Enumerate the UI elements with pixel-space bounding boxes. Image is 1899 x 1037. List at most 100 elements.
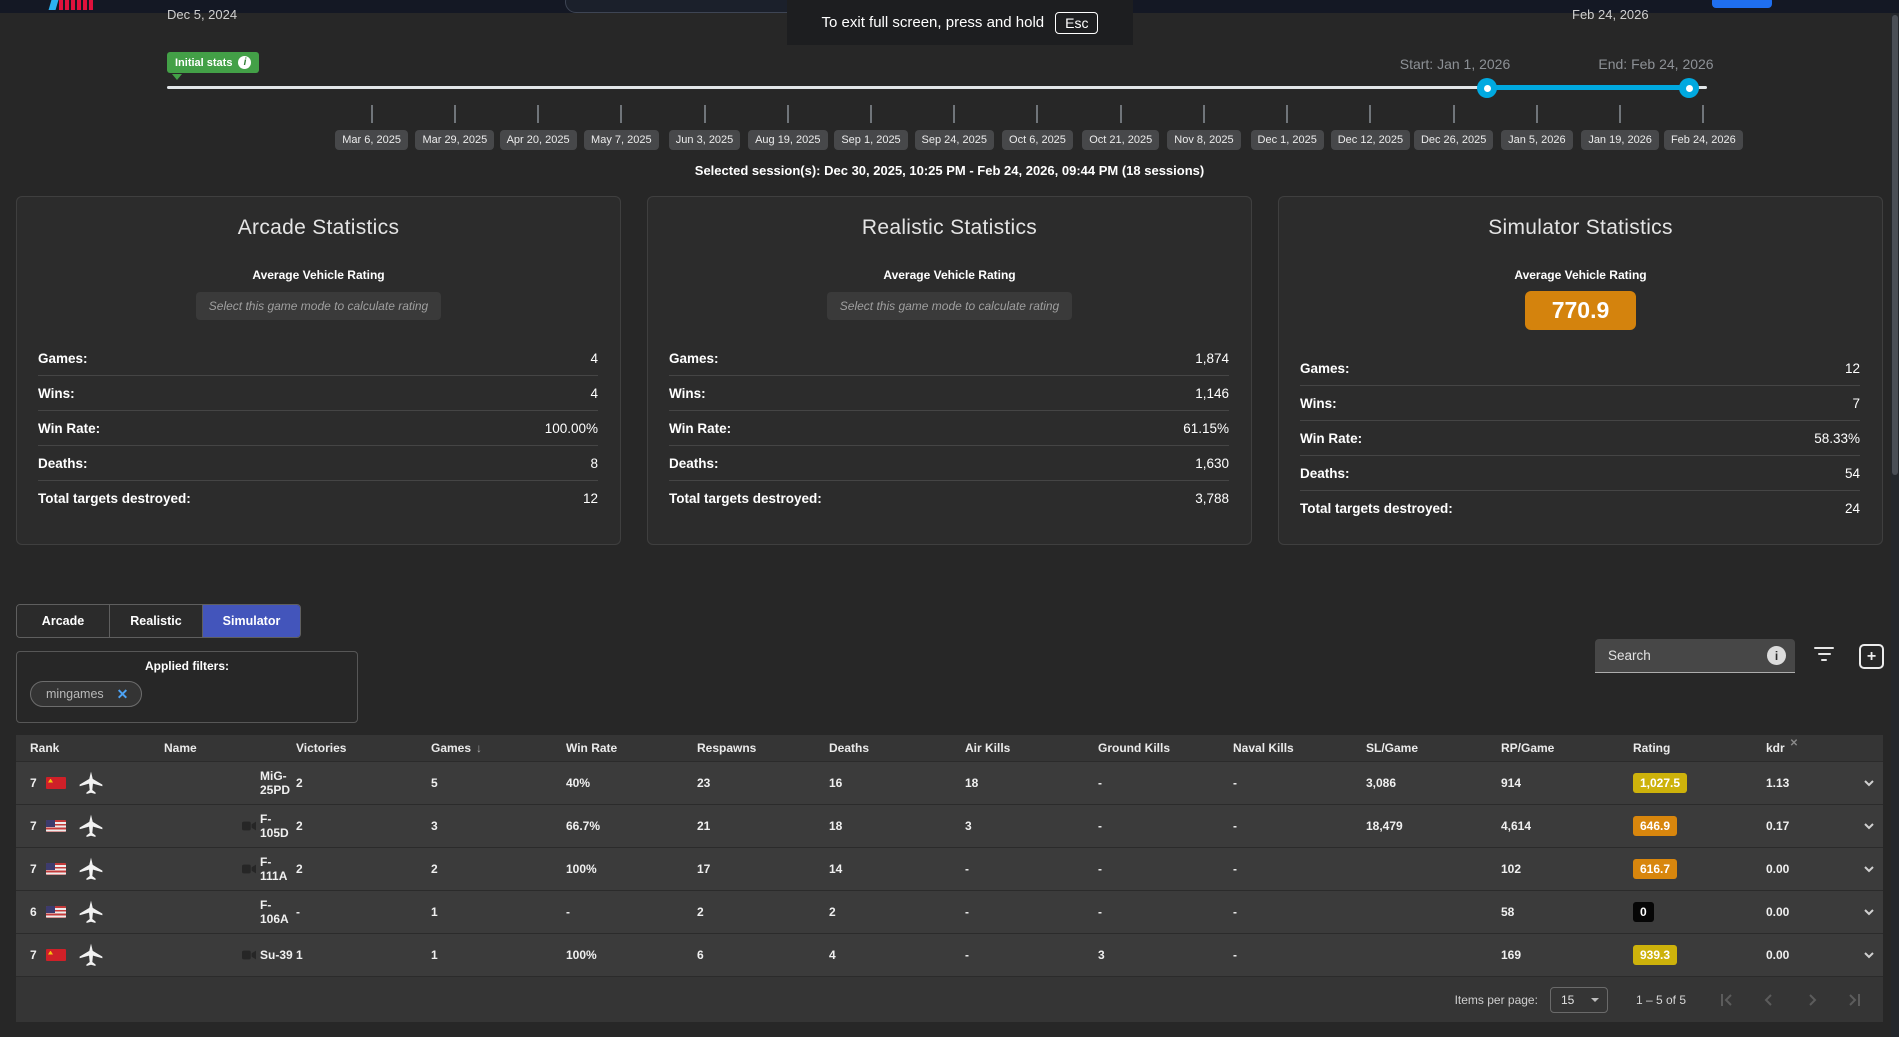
range-start-label: Start: Jan 1, 2026	[1370, 56, 1540, 72]
timeline-date-chip[interactable]: Feb 24, 2026	[1664, 130, 1743, 150]
navbar-primary-button[interactable]	[1712, 0, 1772, 8]
win-rate-value: -	[566, 905, 697, 919]
col-header-sl-game[interactable]: SL/Game	[1366, 741, 1501, 755]
prev-page-button[interactable]	[1759, 990, 1779, 1010]
stat-value: 54	[1845, 466, 1860, 481]
initial-stats-label: Initial stats	[175, 57, 232, 69]
expand-row-button[interactable]	[1855, 947, 1883, 963]
timeline-date-chip[interactable]: Dec 26, 2025	[1414, 130, 1493, 150]
expand-row-button[interactable]	[1855, 861, 1883, 877]
items-per-page-select[interactable]: 15	[1550, 987, 1608, 1013]
timeline-date-chip[interactable]: Mar 29, 2025	[415, 130, 494, 150]
stat-row: Deaths:54	[1300, 456, 1860, 491]
col-header-win-rate[interactable]: Win Rate	[566, 741, 697, 755]
filter-chip-mingames[interactable]: mingames ✕	[30, 681, 142, 707]
expand-row-button[interactable]	[1855, 775, 1883, 791]
stat-label: Wins:	[1300, 396, 1337, 411]
sl-game-value: 3,086	[1366, 776, 1501, 790]
col-header-ground-kills[interactable]: Ground Kills	[1098, 741, 1233, 755]
range-slider-handle-end[interactable]	[1679, 78, 1699, 98]
col-header-rating[interactable]: Rating	[1633, 741, 1766, 755]
timeline-tick	[1120, 105, 1122, 123]
remove-column-icon[interactable]: ✕	[1790, 738, 1798, 749]
timeline-date-chip[interactable]: Sep 1, 2025	[834, 130, 907, 150]
search-input[interactable]: Search i	[1595, 639, 1795, 673]
col-header-name[interactable]: Name	[164, 741, 296, 755]
col-header-deaths[interactable]: Deaths	[829, 741, 965, 755]
timeline-date-chip[interactable]: Mar 6, 2025	[335, 130, 408, 150]
stat-label: Games:	[669, 351, 719, 366]
table-row[interactable]: 6 F-106A - 1 - 2 2 - - - 58 0 0.00	[16, 890, 1883, 933]
timeline-min-date: Dec 5, 2024	[167, 7, 237, 22]
timeline-tick	[454, 105, 456, 123]
air-kills-value: -	[965, 862, 1098, 876]
remove-filter-icon[interactable]: ✕	[117, 687, 129, 701]
table-row[interactable]: 7 MiG-25PD 2 5 40% 23 16 18 - - 3,086 91…	[16, 761, 1883, 804]
stat-label: Total targets destroyed:	[1300, 501, 1453, 516]
col-header-kdr[interactable]: kdr ✕	[1766, 741, 1855, 755]
timeline-max-date: Feb 24, 2026	[1572, 7, 1649, 22]
timeline-tick	[1369, 105, 1371, 123]
col-header-naval-kills[interactable]: Naval Kills	[1233, 741, 1366, 755]
timeline-date-chip[interactable]: Jun 3, 2025	[669, 130, 741, 150]
mode-tabs: Arcade Realistic Simulator	[16, 604, 301, 638]
camera-icon	[242, 949, 256, 961]
tab-arcade[interactable]: Arcade	[17, 605, 110, 637]
col-header-respawns[interactable]: Respawns	[697, 741, 829, 755]
app-logo[interactable]	[50, 0, 93, 10]
col-header-victories[interactable]: Victories	[296, 741, 431, 755]
sort-desc-icon: ↓	[476, 741, 482, 755]
initial-stats-badge[interactable]: Initial stats i	[167, 52, 259, 73]
table-row[interactable]: 7 F-105D 2 3 66.7% 21 18 3 - - 18,479 4,…	[16, 804, 1883, 847]
info-icon[interactable]: i	[238, 56, 251, 69]
fullscreen-toast: To exit full screen, press and hold Esc	[787, 0, 1133, 45]
col-header-games[interactable]: Games ↓	[431, 741, 566, 755]
table-row[interactable]: 7 Su-39 1 1 100% 6 4 - 3 - 169 939.3 0.0…	[16, 933, 1883, 976]
timeline-date-chip[interactable]: Dec 1, 2025	[1251, 130, 1324, 150]
timeline-date-chip[interactable]: Jan 5, 2026	[1501, 130, 1573, 150]
timeline-date-chip[interactable]: Jan 19, 2026	[1581, 130, 1659, 150]
scrollbar-thumb[interactable]	[1892, 15, 1898, 475]
select-mode-note: Select this game mode to calculate ratin…	[827, 292, 1072, 320]
last-page-button[interactable]	[1845, 990, 1865, 1010]
deaths-value: 18	[829, 819, 965, 833]
timeline-date-chip[interactable]: Sep 24, 2025	[915, 130, 994, 150]
victories-value: 1	[296, 948, 431, 962]
timeline-date-chip[interactable]: Apr 20, 2025	[500, 130, 577, 150]
rp-game-value: 914	[1501, 776, 1633, 790]
timeline-selected-range[interactable]	[1487, 85, 1689, 90]
add-column-button[interactable]: +	[1859, 644, 1884, 669]
next-page-button[interactable]	[1802, 990, 1822, 1010]
col-header-rp-game[interactable]: RP/Game	[1501, 741, 1633, 755]
tab-realistic[interactable]: Realistic	[110, 605, 203, 637]
col-header-air-kills[interactable]: Air Kills	[965, 741, 1098, 755]
table-row[interactable]: 7 F-111A 2 2 100% 17 14 - - - 102 616.7 …	[16, 847, 1883, 890]
tab-simulator[interactable]: Simulator	[203, 605, 300, 637]
timeline-date-chip[interactable]: Aug 19, 2025	[748, 130, 827, 150]
win-rate-value: 40%	[566, 776, 697, 790]
timeline-date-chip[interactable]: Oct 21, 2025	[1082, 130, 1159, 150]
timeline-ticks	[330, 105, 1745, 123]
range-end-label: End: Feb 24, 2026	[1571, 56, 1741, 72]
timeline-date-chip[interactable]: May 7, 2025	[584, 130, 659, 150]
timeline-tick	[1619, 105, 1621, 123]
rp-game-value: 102	[1501, 862, 1633, 876]
expand-row-button[interactable]	[1855, 904, 1883, 920]
timeline-tick	[704, 105, 706, 123]
naval-kills-value: -	[1233, 776, 1366, 790]
timeline-date-chip[interactable]: Oct 6, 2025	[1002, 130, 1073, 150]
filter-list-icon[interactable]	[1812, 647, 1836, 665]
timeline-date-chip[interactable]: Nov 8, 2025	[1167, 130, 1240, 150]
timeline-track[interactable]	[167, 86, 1707, 89]
search-info-icon[interactable]: i	[1767, 646, 1786, 665]
timeline-date-chip[interactable]: Dec 12, 2025	[1331, 130, 1410, 150]
victories-value: 2	[296, 776, 431, 790]
rank-value: 7	[30, 948, 43, 962]
rating-badge: 1,027.5	[1633, 773, 1687, 793]
col-header-rank[interactable]: Rank	[30, 741, 164, 755]
applied-filters-title: Applied filters:	[17, 659, 357, 673]
first-page-button[interactable]	[1716, 990, 1736, 1010]
expand-row-button[interactable]	[1855, 818, 1883, 834]
stat-value: 24	[1845, 501, 1860, 516]
range-slider-handle-start[interactable]	[1477, 78, 1497, 98]
